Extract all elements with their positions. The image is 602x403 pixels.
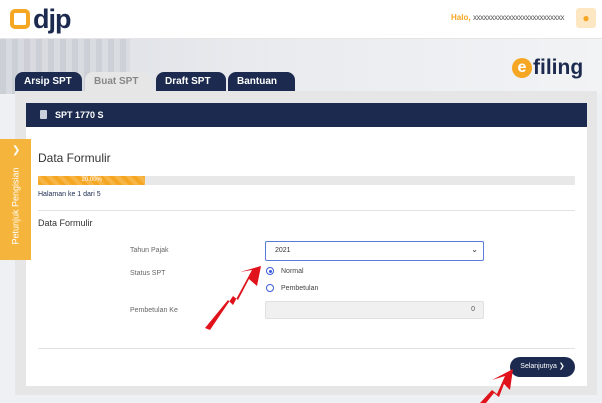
greeting: Halo, bbox=[451, 13, 471, 22]
pembetulan-ke-label: Pembetulan Ke bbox=[130, 307, 178, 314]
subsection-title: Data Formulir bbox=[38, 218, 93, 228]
divider bbox=[38, 210, 575, 211]
djp-logo[interactable]: djp bbox=[10, 4, 71, 34]
next-button[interactable]: Selanjutnya ❯ bbox=[510, 357, 575, 377]
tab-buat-spt[interactable]: Buat SPT bbox=[85, 72, 152, 91]
form-header: SPT 1770 S bbox=[26, 103, 587, 127]
user-name: xxxxxxxxxxxxxxxxxxxxxxxxxx bbox=[473, 13, 565, 22]
document-icon bbox=[40, 110, 47, 119]
radio-pembetulan[interactable] bbox=[266, 284, 274, 292]
efiling-text: filing bbox=[533, 56, 584, 79]
next-button-label: Selanjutnya bbox=[520, 363, 557, 370]
tahun-pajak-value: 2021 bbox=[275, 247, 291, 254]
divider bbox=[38, 348, 575, 349]
logo-text: djp bbox=[33, 3, 71, 34]
tahun-pajak-label: Tahun Pajak bbox=[130, 247, 169, 254]
status-spt-label: Status SPT bbox=[130, 270, 166, 277]
radio-normal[interactable] bbox=[266, 267, 274, 275]
chevron-right-icon: ❯ bbox=[558, 363, 565, 370]
top-bar: djp Halo, xxxxxxxxxxxxxxxxxxxxxxxxxx ● bbox=[0, 0, 602, 39]
progress-bar: 20.00% bbox=[38, 176, 575, 185]
form-title: SPT 1770 S bbox=[55, 110, 104, 120]
tahun-pajak-select[interactable]: 2021 ⌄ bbox=[265, 241, 484, 261]
efiling-e-icon: e bbox=[512, 58, 532, 78]
progress-label: 20.00% bbox=[81, 177, 102, 183]
chevron-down-icon: ⌄ bbox=[471, 245, 478, 254]
radio-pembetulan-label[interactable]: Pembetulan bbox=[281, 285, 318, 292]
logo-mark-icon bbox=[10, 9, 30, 29]
chevron-right-icon: ❯ bbox=[12, 145, 21, 156]
user-avatar-icon[interactable]: ● bbox=[576, 8, 596, 28]
page-info: Halaman ke 1 dari 5 bbox=[38, 191, 101, 198]
pembetulan-ke-input: 0 bbox=[265, 301, 484, 319]
petunjuk-pengisian-tab[interactable]: ❯ Petunjuk Pengisian bbox=[0, 139, 31, 260]
efiling-logo: e filing bbox=[512, 56, 583, 80]
section-title: Data Formulir bbox=[38, 151, 111, 165]
tab-arsip-spt[interactable]: Arsip SPT bbox=[15, 72, 82, 91]
side-tab-label: Petunjuk Pengisian bbox=[10, 167, 21, 245]
tab-bantuan[interactable]: Bantuan bbox=[228, 72, 295, 91]
pembetulan-ke-value: 0 bbox=[471, 306, 475, 313]
tab-draft-spt[interactable]: Draft SPT bbox=[156, 72, 226, 91]
radio-normal-label[interactable]: Normal bbox=[281, 268, 304, 275]
